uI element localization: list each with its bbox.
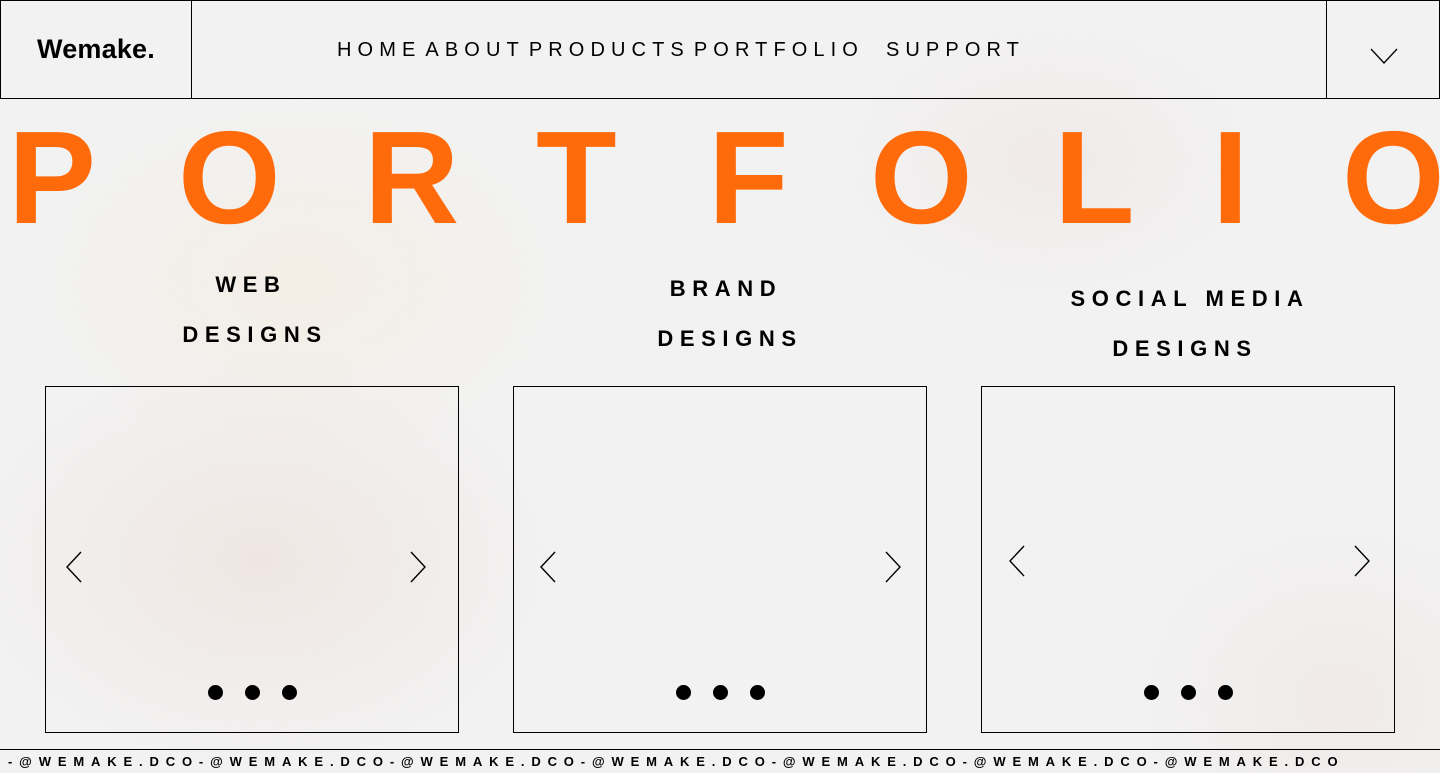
carousel-dot[interactable] (207, 685, 223, 700)
logo[interactable]: Wemake. (37, 34, 155, 65)
carousel-dot[interactable] (712, 685, 728, 700)
category-line: DESIGNS (657, 326, 803, 351)
page-title: P O R T F O L I O (8, 104, 1440, 251)
carousel-dot[interactable] (281, 685, 297, 700)
carousel-dot[interactable] (749, 685, 765, 700)
category-web-heading: WEB DESIGNS (170, 271, 340, 349)
chevron-right-icon[interactable] (408, 551, 428, 583)
carousel-dot[interactable] (1180, 685, 1196, 700)
carousel-dot[interactable] (1143, 685, 1159, 700)
chevron-left-icon[interactable] (64, 551, 84, 583)
hero-letter: I (1212, 104, 1249, 251)
chevron-right-icon[interactable] (1352, 545, 1372, 577)
carousel-dot[interactable] (675, 685, 691, 700)
carousel-dots (46, 685, 458, 700)
hero-letter: O (870, 104, 973, 251)
hero-letter: O (1342, 104, 1440, 251)
carousel-dot[interactable] (244, 685, 260, 700)
menu-toggle-button[interactable] (1326, 1, 1439, 98)
chevron-right-icon[interactable] (883, 551, 903, 583)
social-media-designs-carousel (981, 386, 1395, 733)
hero-letter: R (364, 104, 460, 251)
hero-letter: F (708, 104, 789, 251)
chevron-left-icon[interactable] (538, 551, 558, 583)
nav-portfolio[interactable]: PORTFOLIO (694, 39, 864, 62)
hero-letter: L (1054, 104, 1135, 251)
carousel-dots (982, 685, 1394, 700)
category-brand-heading: BRAND DESIGNS (640, 275, 820, 353)
category-line: SOCIAL MEDIA (1070, 286, 1310, 311)
category-line: DESIGNS (182, 322, 328, 347)
marquee-text: -@WEMAKE.DCO-@WEMAKE.DCO-@WEMAKE.DCO-@WE… (8, 754, 1345, 769)
hero-letter: T (536, 104, 617, 251)
nav-support[interactable]: SUPPORT (886, 39, 1025, 62)
hero-letter: P (8, 104, 97, 251)
web-designs-carousel (45, 386, 459, 733)
carousel-dot[interactable] (1217, 685, 1233, 700)
category-social-heading: SOCIAL MEDIA DESIGNS (1040, 285, 1340, 363)
chevron-left-icon[interactable] (1007, 545, 1027, 577)
logo-cell: Wemake. (1, 1, 192, 98)
nav-about[interactable]: ABOUT (425, 39, 524, 62)
nav-products[interactable]: PRODUCTS (529, 39, 690, 62)
chevron-down-icon (1370, 48, 1398, 64)
carousel-dots (514, 685, 926, 700)
main-nav: HOME ABOUT PRODUCTS PORTFOLIO SUPPORT (337, 36, 1025, 64)
hero-letter: O (178, 104, 281, 251)
nav-home[interactable]: HOME (337, 39, 421, 62)
footer-marquee: -@WEMAKE.DCO-@WEMAKE.DCO-@WEMAKE.DCO-@WE… (0, 749, 1440, 773)
category-line: BRAND (669, 276, 783, 301)
site-header: Wemake. HOME ABOUT PRODUCTS PORTFOLIO SU… (0, 0, 1440, 99)
category-line: DESIGNS (1112, 336, 1258, 361)
brand-designs-carousel (513, 386, 927, 733)
category-line: WEB (215, 272, 287, 297)
